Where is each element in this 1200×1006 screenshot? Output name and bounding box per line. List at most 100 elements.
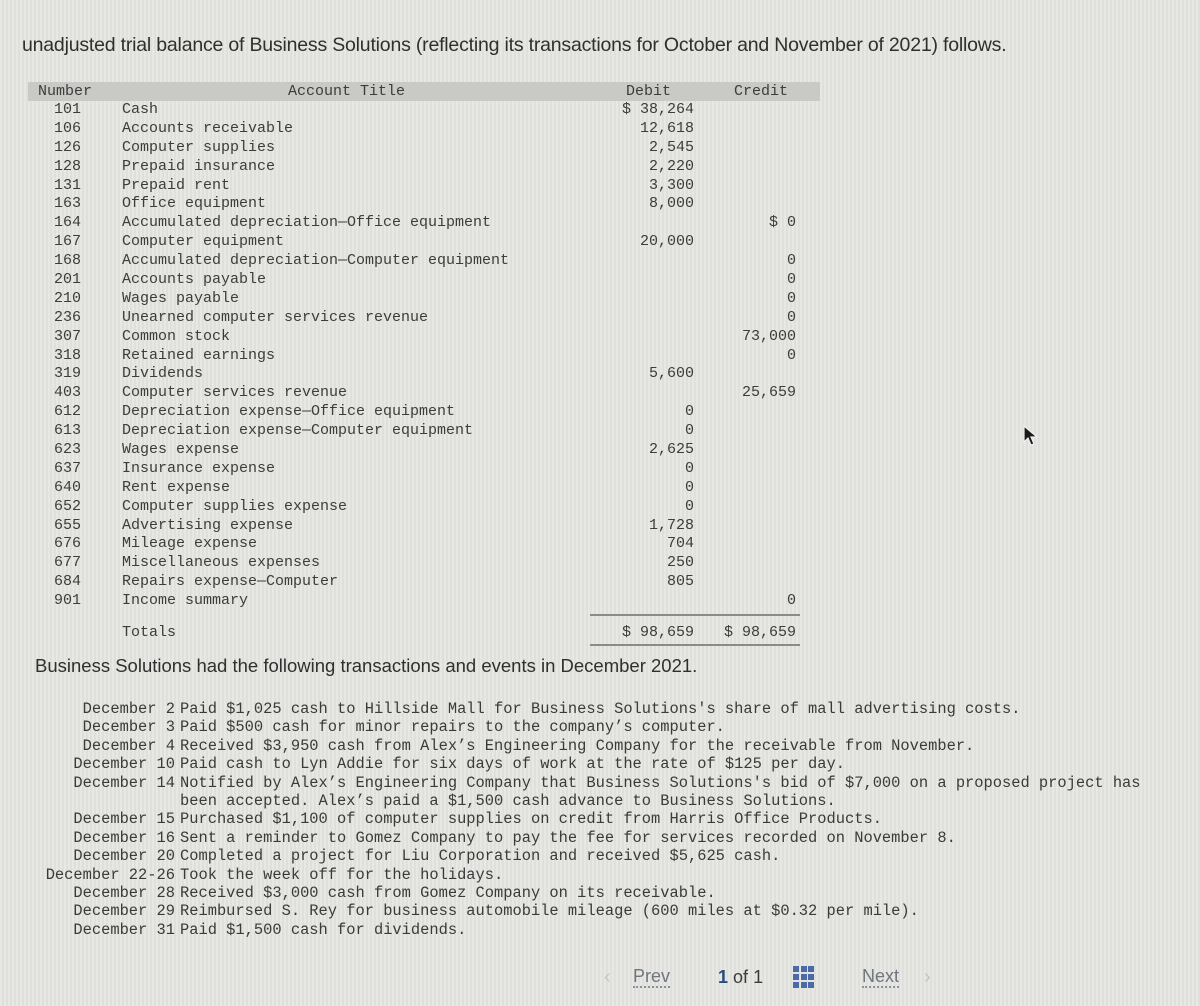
debit-value: 2,625 — [648, 441, 694, 459]
total-pages: 1 — [753, 967, 764, 987]
transaction-text: Received $3,000 cash from Gomez Company … — [180, 883, 716, 902]
totals-double-underline — [590, 644, 800, 647]
table-row: 901 Income summary 0 — [28, 592, 820, 611]
account-number: 131 — [54, 176, 82, 194]
prev-button[interactable]: Prev — [633, 967, 671, 988]
transactions-intro: Business Solutions had the following tra… — [35, 655, 698, 676]
account-title: Cash — [122, 101, 159, 118]
transaction-text: Paid $1,025 cash to Hillside Mall for Bu… — [180, 700, 1021, 718]
credit-value: 0 — [786, 271, 796, 289]
credit-value: 0 — [786, 252, 796, 270]
transaction-item: December 20 Completed a project for Liu C… — [0, 847, 1200, 865]
transaction-text: Completed a project for Liu Corporation … — [180, 847, 781, 866]
transaction-text: Paid cash to Lyn Addie for six days of w… — [180, 755, 845, 774]
table-row: 319 Dividends 5,600 — [28, 365, 820, 384]
account-title: Computer equipment — [122, 233, 285, 251]
debit-value: $ 38,264 — [621, 101, 694, 118]
account-number: 652 — [54, 497, 82, 515]
credit-value: 0 — [786, 592, 796, 610]
account-title: Accounts payable — [122, 271, 267, 289]
debit-value: 12,618 — [639, 119, 694, 137]
table-row: 613 Depreciation expense—Computer equipme… — [28, 422, 820, 441]
credit-value: 25,659 — [741, 384, 796, 402]
transaction-date: December 15 — [73, 810, 175, 829]
account-title: Prepaid insurance — [122, 157, 276, 175]
account-number: 403 — [54, 384, 82, 402]
account-number: 623 — [54, 441, 82, 459]
account-number: 676 — [54, 535, 82, 553]
account-title: Wages expense — [122, 441, 240, 459]
table-row: 652 Computer supplies expense 0 — [28, 498, 820, 517]
table-row: 168 Accumulated depreciation—Computer equ… — [28, 252, 820, 271]
of-label: of — [733, 967, 749, 987]
debit-value: 805 — [666, 573, 694, 591]
account-number: 655 — [54, 516, 82, 534]
table-row: 126 Computer supplies 2,545 — [28, 139, 820, 158]
transactions-list: December 2 Paid $1,025 cash to Hillside M… — [0, 700, 1200, 939]
credit-value: 0 — [786, 289, 796, 307]
transaction-item: December 28 Received $3,000 cash from Gom… — [0, 884, 1200, 902]
debit-value: 2,545 — [648, 138, 694, 156]
account-title: Income summary — [122, 592, 249, 610]
account-number: 640 — [54, 478, 82, 496]
next-button[interactable]: Next — [862, 967, 900, 988]
table-body: 101 Cash $ 38,264 106 Accounts receivable 12,… — [28, 101, 820, 647]
transaction-date: December 22-26 — [45, 865, 175, 884]
transaction-text: Sent a reminder to Gomez Company to pay … — [180, 828, 956, 847]
account-title: Miscellaneous expenses — [122, 554, 321, 572]
account-title: Wages payable — [122, 289, 240, 307]
table-row: 167 Computer equipment 20,000 — [28, 233, 820, 252]
trial-balance-table: Number Account Title Debit Credit 101 Cas… — [28, 82, 820, 647]
debit-value: 250 — [666, 554, 694, 572]
account-number: 684 — [54, 573, 82, 591]
debit-value: 0 — [684, 478, 694, 496]
account-number: 637 — [54, 459, 82, 477]
table-row: 131 Prepaid rent 3,300 — [28, 177, 820, 196]
account-title: Computer supplies — [122, 138, 276, 156]
transaction-date: December 2 — [82, 700, 175, 718]
transaction-item: December 3 Paid $500 cash for minor repai… — [0, 718, 1200, 736]
grid-icon[interactable] — [793, 966, 815, 988]
header-account-title: Account Title — [288, 83, 406, 100]
account-title: Depreciation expense—Office equipment — [122, 403, 456, 421]
chevron-right-icon[interactable]: › — [924, 966, 931, 989]
transaction-item: December 31 Paid $1,500 cash for dividend… — [0, 921, 1200, 939]
debit-value: 704 — [666, 535, 694, 553]
credit-value: 73,000 — [741, 327, 796, 345]
account-title: Office equipment — [122, 195, 267, 213]
transaction-item: December 22-26 Took the week off for the … — [0, 866, 1200, 884]
chevron-left-icon[interactable]: ‹ — [604, 966, 611, 989]
debit-value: 20,000 — [639, 233, 694, 251]
transaction-item: December 14 Notified by Alex’s Engineerin… — [0, 774, 1200, 811]
table-row: 676 Mileage expense 704 — [28, 535, 820, 554]
intro-text: unadjusted trial balance of Business Sol… — [22, 34, 1007, 56]
table-row: 163 Office equipment 8,000 — [28, 195, 820, 214]
transaction-text: Paid $1,500 cash for dividends. — [180, 920, 467, 939]
table-row: 318 Retained earnings 0 — [28, 347, 820, 366]
table-row: 210 Wages payable 0 — [28, 290, 820, 309]
totals-label: Totals — [122, 624, 177, 642]
transaction-item: December 16 Sent a reminder to Gomez Comp… — [0, 829, 1200, 847]
table-row: 164 Accumulated depreciation—Office equip… — [28, 214, 820, 233]
account-title: Accumulated depreciation—Computer equipm… — [122, 252, 510, 270]
account-number: 106 — [54, 119, 82, 137]
transaction-date: December 28 — [73, 883, 175, 902]
table-row: 106 Accounts receivable 12,618 — [28, 120, 820, 139]
account-title: Common stock — [122, 327, 231, 345]
transaction-date: December 20 — [73, 847, 175, 866]
account-number: 612 — [54, 403, 82, 421]
debit-value: 1,728 — [648, 516, 694, 534]
account-title: Computer supplies expense — [122, 497, 348, 515]
debit-value: 0 — [684, 459, 694, 477]
account-number: 613 — [54, 422, 82, 440]
transaction-date: December 31 — [73, 920, 175, 939]
transaction-date: December 16 — [73, 828, 175, 847]
table-row: 101 Cash $ 38,264 — [28, 101, 820, 120]
account-number: 101 — [54, 101, 82, 118]
transaction-text: Received $3,950 cash from Alex’s Enginee… — [180, 736, 975, 755]
account-title: Advertising expense — [122, 516, 294, 534]
table-row: 623 Wages expense 2,625 — [28, 441, 820, 460]
transaction-date: December 3 — [82, 718, 175, 737]
account-number: 210 — [54, 289, 82, 307]
table-row: 677 Miscellaneous expenses 250 — [28, 554, 820, 573]
